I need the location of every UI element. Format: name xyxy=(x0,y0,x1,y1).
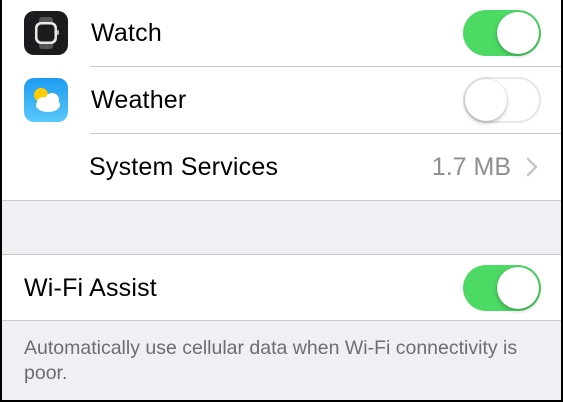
cellular-apps-group: Watch Weather System Services 1.7 MB xyxy=(2,0,561,201)
watch-cellular-toggle[interactable] xyxy=(463,10,541,56)
system-services-usage: 1.7 MB xyxy=(431,153,511,181)
toggle-knob xyxy=(497,12,539,54)
row-weather: Weather xyxy=(2,67,561,134)
weather-cellular-toggle[interactable] xyxy=(463,77,541,123)
watch-label: Watch xyxy=(91,19,162,47)
toggle-knob xyxy=(465,79,507,121)
row-system-services[interactable]: System Services 1.7 MB xyxy=(2,134,561,201)
wifi-assist-description: Automatically use cellular data when Wi-… xyxy=(24,337,518,384)
wifi-assist-toggle[interactable] xyxy=(463,265,541,311)
row-wifi-assist: Wi-Fi Assist xyxy=(2,255,561,322)
chevron-right-icon xyxy=(526,157,538,177)
wifi-assist-label: Wi-Fi Assist xyxy=(24,274,157,302)
wifi-assist-group: Wi-Fi Assist xyxy=(2,254,561,321)
watch-app-icon xyxy=(24,11,68,55)
system-services-label: System Services xyxy=(89,153,279,181)
toggle-knob xyxy=(497,267,539,309)
weather-label: Weather xyxy=(91,86,187,114)
weather-app-icon xyxy=(24,78,68,122)
settings-screen: Watch Weather System Services 1.7 MB Wi-… xyxy=(2,0,561,400)
row-watch: Watch xyxy=(2,0,561,67)
